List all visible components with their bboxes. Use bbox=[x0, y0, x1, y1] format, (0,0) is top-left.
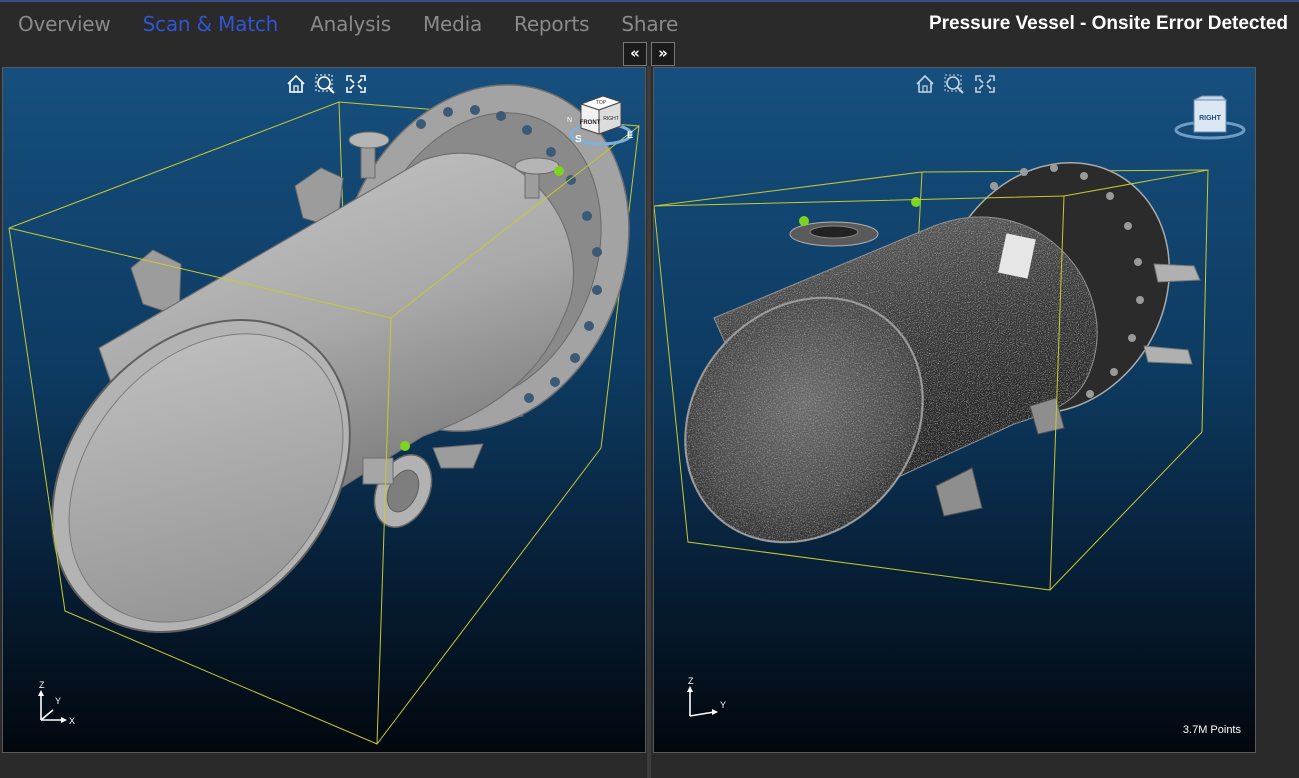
scan-point-cloud-viewport[interactable]: RIGHT Z Y 3.7M Points bbox=[653, 67, 1256, 753]
axis-z-label: Z bbox=[39, 680, 45, 690]
left-view-toolbar bbox=[283, 72, 369, 96]
cad-model-viewport[interactable]: TOP FRONT RIGHT S E N Z Y X bbox=[2, 67, 646, 753]
tab-scan-match[interactable]: Scan & Match bbox=[143, 12, 279, 36]
fit-all-icon[interactable] bbox=[972, 72, 998, 96]
axis-triad: Z Y bbox=[687, 676, 726, 717]
cube-face-right-label: RIGHT bbox=[1199, 115, 1222, 122]
top-bar: Overview Scan & Match Analysis Media Rep… bbox=[0, 2, 1299, 48]
home-icon[interactable] bbox=[283, 72, 309, 96]
axis-x-label: X bbox=[69, 716, 75, 726]
compass-e-label: E bbox=[627, 130, 633, 140]
home-icon[interactable] bbox=[912, 72, 938, 96]
compass-s-label: S bbox=[575, 134, 582, 145]
collapse-left-button[interactable]: « bbox=[623, 42, 647, 66]
fit-all-icon[interactable] bbox=[343, 72, 369, 96]
axis-y-label: Y bbox=[720, 700, 726, 710]
tab-share[interactable]: Share bbox=[621, 12, 678, 36]
right-view-toolbar bbox=[912, 72, 998, 96]
axis-y-label: Y bbox=[55, 696, 61, 706]
page-title: Pressure Vessel - Onsite Error Detected bbox=[928, 13, 1288, 34]
view-cube[interactable]: RIGHT bbox=[1172, 94, 1250, 150]
main-tabs: Overview Scan & Match Analysis Media Rep… bbox=[18, 12, 710, 36]
cad-model-canvas bbox=[8, 84, 640, 745]
axis-z-label: Z bbox=[688, 676, 694, 686]
tab-analysis[interactable]: Analysis bbox=[310, 12, 391, 36]
expand-right-button[interactable]: » bbox=[651, 42, 675, 66]
point-count-label: 3.7M Points bbox=[1182, 724, 1241, 736]
zoom-window-icon[interactable] bbox=[942, 72, 968, 96]
tab-reports[interactable]: Reports bbox=[514, 12, 590, 36]
viewport-splitter[interactable] bbox=[647, 66, 651, 778]
view-cube[interactable]: TOP FRONT RIGHT S E N bbox=[563, 92, 643, 156]
cube-face-front-label: FRONT bbox=[580, 120, 601, 126]
point-cloud-canvas bbox=[654, 161, 1209, 591]
cube-face-top-label: TOP bbox=[596, 100, 607, 106]
tab-overview[interactable]: Overview bbox=[18, 12, 111, 36]
cube-face-side-label: RIGHT bbox=[603, 116, 619, 122]
tab-media[interactable]: Media bbox=[423, 12, 482, 36]
zoom-window-icon[interactable] bbox=[313, 72, 339, 96]
axis-triad: Z Y X bbox=[38, 680, 75, 726]
compass-n-label: N bbox=[567, 117, 572, 124]
